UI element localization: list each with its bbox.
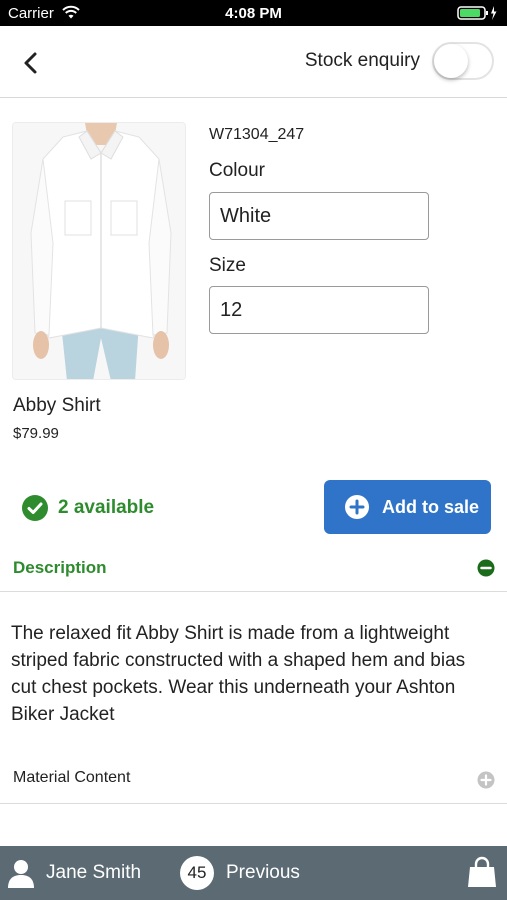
size-label: Size: [209, 255, 246, 276]
toggle-knob: [434, 44, 468, 78]
bottom-bar: Jane Smith 45 Previous: [0, 846, 507, 900]
user-icon[interactable]: [6, 858, 36, 888]
shopping-bag-icon[interactable]: [467, 856, 497, 888]
colour-field[interactable]: White: [209, 192, 429, 240]
status-bar: Carrier 4:08 PM: [0, 0, 507, 26]
battery-icon: [457, 6, 497, 20]
colour-label: Colour: [209, 160, 265, 181]
material-content-title: Material Content: [13, 769, 131, 786]
availability-status: 2 available: [22, 494, 154, 522]
previous-button[interactable]: Previous: [226, 862, 300, 884]
stock-enquiry-label: Stock enquiry: [304, 50, 420, 71]
stock-enquiry-toggle[interactable]: [432, 42, 494, 80]
product-price: $79.99: [13, 425, 59, 442]
user-name[interactable]: Jane Smith: [46, 862, 141, 884]
previous-count-badge[interactable]: 45: [180, 856, 214, 890]
back-chevron-icon[interactable]: [16, 48, 46, 78]
check-circle-icon: [22, 495, 48, 521]
product-name: Abby Shirt: [13, 395, 101, 416]
material-content-header[interactable]: Material Content: [0, 756, 507, 804]
size-field[interactable]: 12: [209, 286, 429, 334]
plus-circle-icon[interactable]: [477, 771, 495, 789]
shirt-illustration: [13, 123, 185, 379]
status-time: 4:08 PM: [225, 5, 282, 22]
add-to-sale-button[interactable]: Add to sale: [324, 480, 491, 534]
add-to-sale-label: Add to sale: [382, 496, 480, 517]
description-header[interactable]: Description: [0, 548, 507, 592]
availability-text: 2 available: [58, 497, 155, 518]
description-title: Description: [13, 558, 107, 577]
product-image: [12, 122, 186, 380]
nav-bar: Stock enquiry: [0, 26, 507, 98]
product-sku: W71304_247: [209, 126, 305, 143]
description-body: The relaxed fit Abby Shirt is made from …: [11, 623, 466, 725]
minus-circle-icon[interactable]: [477, 559, 495, 577]
plus-circle-icon: [345, 495, 369, 519]
